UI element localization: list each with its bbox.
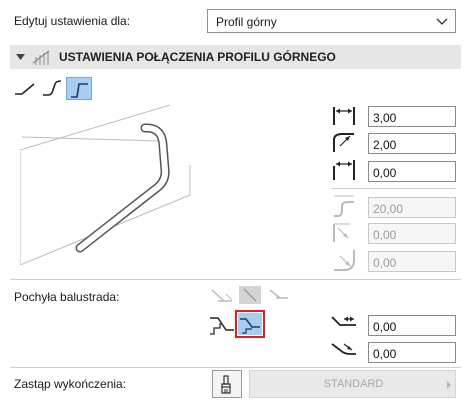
surface-override-select: STANDARD [249, 370, 456, 398]
radius-field[interactable] [368, 133, 456, 154]
surface-override-value: STANDARD [323, 378, 384, 390]
bent-connection-icon [71, 83, 88, 98]
brush-icon [221, 375, 231, 394]
disabled-field-3 [368, 251, 456, 272]
radius-icon [333, 133, 354, 152]
disabled-corner-icon [334, 250, 355, 271]
edit-settings-label: Edytuj ustawienia dla: [14, 14, 131, 28]
profile-select[interactable]: Profil górny [207, 9, 456, 33]
override-label: Zastąp wykończenia: [14, 377, 127, 391]
curved-connection-icon[interactable] [40, 76, 68, 100]
profile-select-value: Profil górny [216, 15, 277, 29]
connection-preview [20, 105, 191, 265]
stair-slope-icon[interactable] [208, 312, 236, 336]
section-title: USTAWIENIA POŁĄCZENIA PROFILU GÓRNEGO [59, 50, 336, 64]
paint-button[interactable] [212, 370, 242, 398]
straight-connection-icon[interactable] [12, 76, 40, 100]
slope-label: Pochyła balustrada: [14, 290, 120, 304]
chevron-right-icon [447, 381, 451, 389]
stair-slope-selected-button[interactable] [235, 310, 265, 338]
slope-option-2-button[interactable] [239, 286, 261, 304]
divider [10, 279, 461, 280]
collapse-triangle-icon [16, 54, 25, 60]
slope-option-1-icon[interactable] [210, 286, 236, 304]
offset-icon [333, 160, 355, 180]
railing-section-icon [32, 50, 50, 65]
bent-connection-button[interactable] [66, 77, 92, 100]
disabled-field-2 [368, 223, 456, 244]
section-header[interactable]: USTAWIENIA POŁĄCZENIA PROFILU GÓRNEGO [10, 45, 461, 69]
offset-field[interactable] [368, 161, 456, 182]
divider [332, 188, 456, 189]
chevron-down-icon [436, 18, 448, 25]
slope-offset-icon [331, 316, 356, 326]
disabled-radius-icon [333, 223, 350, 242]
width-icon [333, 107, 355, 125]
slope-offset-field[interactable] [368, 315, 456, 336]
slope-option-3-icon[interactable] [266, 286, 292, 304]
slope-radius-field[interactable] [368, 342, 456, 363]
slope-radius-icon [331, 343, 356, 355]
stair-slope-selected-icon [240, 318, 260, 334]
slope-option-2-icon [243, 288, 257, 302]
disabled-width-icon [334, 195, 354, 217]
disabled-field-1 [368, 197, 456, 218]
divider [10, 367, 461, 368]
width-field[interactable] [368, 106, 456, 127]
